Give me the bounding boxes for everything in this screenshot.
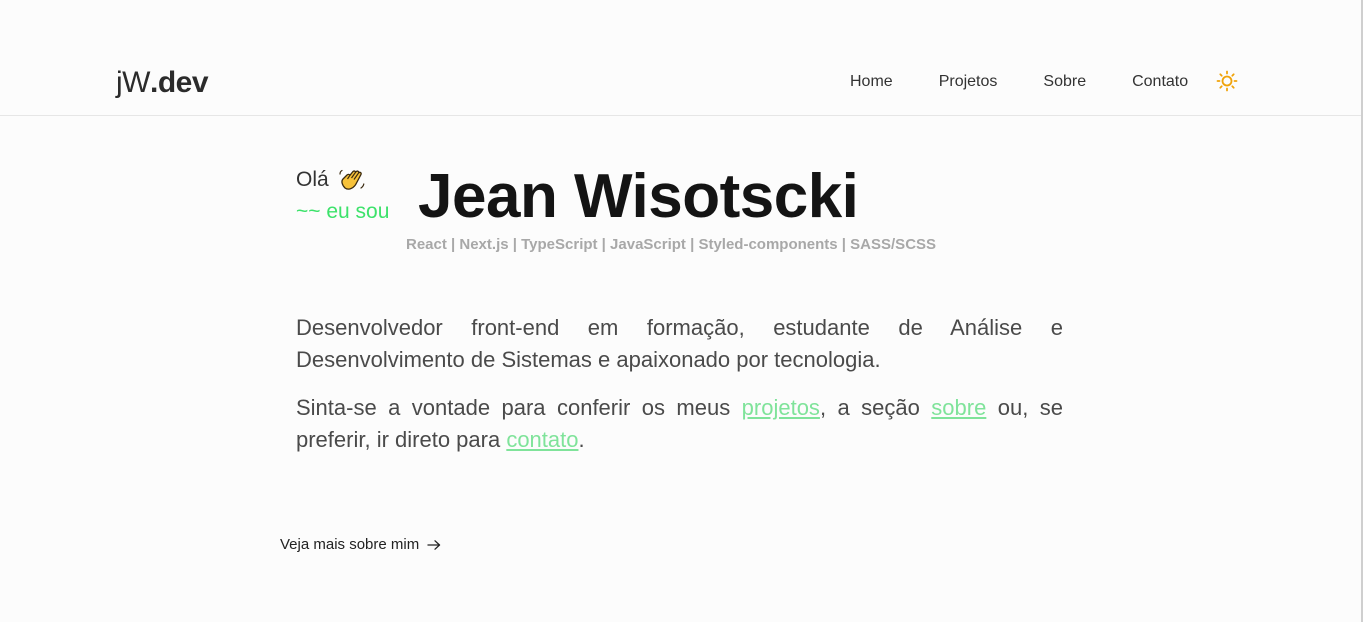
about-paragraph-2: Sinta-se a vontade para conferir os meus… <box>296 392 1063 456</box>
greeting: Olá <box>296 166 365 194</box>
tech-stack: React | Next.js | TypeScript | JavaScrip… <box>406 236 937 253</box>
logo-suffix: .dev <box>149 66 209 99</box>
site-header: jW.dev Home Projetos Sobre Contato <box>0 0 1361 116</box>
see-more-link[interactable]: Veja mais sobre mim <box>280 535 441 555</box>
greeting-text: Olá <box>296 168 329 191</box>
nav-sobre[interactable]: Sobre <box>1043 70 1086 94</box>
about-text: . <box>578 427 585 452</box>
nav-contato[interactable]: Contato <box>1132 70 1188 94</box>
link-sobre[interactable]: sobre <box>931 395 986 420</box>
intro-text: ~~ eu sou <box>296 200 390 223</box>
about-text: , a seção <box>819 395 932 420</box>
nav-projetos[interactable]: Projetos <box>939 70 998 94</box>
main-nav: Home Projetos Sobre Contato <box>850 70 1234 94</box>
see-more-label: Veja mais sobre mim <box>280 536 420 553</box>
hero-name: Jean Wisotscki <box>418 162 859 231</box>
about-paragraph-1: Desenvolvedor front-end em formação, est… <box>296 315 1063 372</box>
link-contato[interactable]: contato <box>506 427 578 452</box>
about-text: Sinta-se a vontade para conferir os meus <box>296 395 742 420</box>
link-projetos[interactable]: projetos <box>742 395 820 420</box>
page: jW.dev Home Projetos Sobre Contato Olá ~… <box>0 0 1363 622</box>
logo[interactable]: jW.dev <box>116 64 209 102</box>
nav-home[interactable]: Home <box>850 70 893 94</box>
about-summary: Desenvolvedor front-end em formação, est… <box>296 312 1063 472</box>
logo-prefix: jW <box>116 66 150 99</box>
waving-hand-icon <box>337 166 365 194</box>
arrow-right-icon <box>427 538 441 552</box>
sun-icon[interactable] <box>1216 70 1238 92</box>
